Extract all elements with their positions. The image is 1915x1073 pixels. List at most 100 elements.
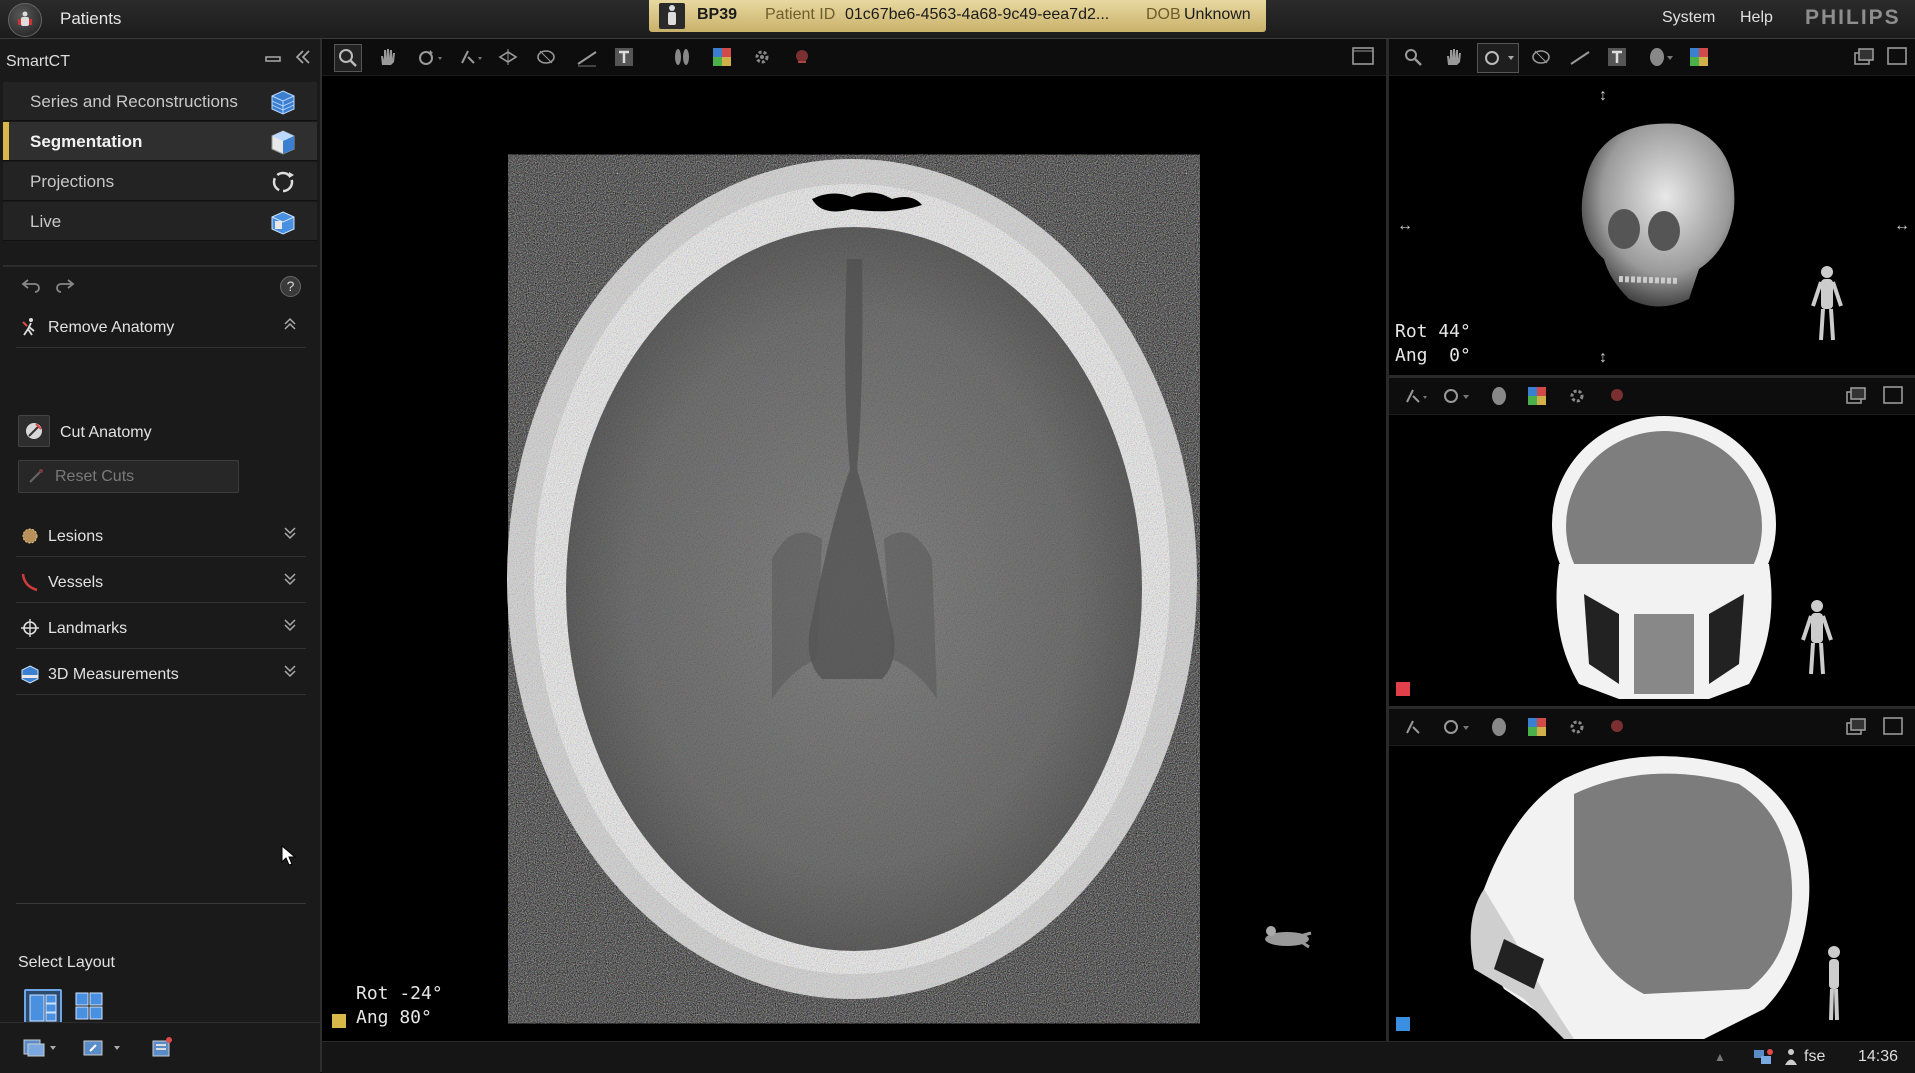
head-orientation-icon[interactable]: [1489, 717, 1509, 737]
zoom-icon[interactable]: [334, 44, 362, 72]
text-annotation-icon[interactable]: [1607, 47, 1627, 67]
sagittal-view-marker: [1396, 1017, 1410, 1031]
patients-label[interactable]: Patients: [60, 9, 121, 29]
rotate-3d-icon[interactable]: [1441, 386, 1469, 406]
nav-projections[interactable]: Projections: [3, 162, 317, 201]
nav-series-reconstructions[interactable]: Series and Reconstructions: [3, 82, 317, 121]
nav-segmentation[interactable]: Segmentation: [3, 122, 317, 161]
section-landmarks[interactable]: Landmarks: [16, 608, 306, 649]
coronal-view-marker: [1396, 682, 1410, 696]
slab-icon[interactable]: [498, 47, 518, 67]
anatomy-remove-icon[interactable]: [1607, 717, 1627, 737]
top-bar: Patients BP39 Patient ID 01c67be6-4563-4…: [0, 0, 1915, 39]
skull-3d-render: [1581, 123, 1735, 307]
maximize-viewport-icon[interactable]: [1887, 47, 1907, 67]
nav-label: Segmentation: [30, 132, 143, 151]
color-map-icon[interactable]: [712, 47, 732, 67]
pan-hand-icon[interactable]: [1443, 47, 1463, 67]
cut-anatomy-button[interactable]: [18, 415, 50, 447]
zoom-icon[interactable]: [1403, 47, 1423, 67]
undo-icon[interactable]: [20, 277, 42, 298]
window-level-icon[interactable]: [1403, 717, 1423, 737]
help-menu[interactable]: Help: [1740, 9, 1773, 27]
section-vessels[interactable]: Vessels: [16, 562, 306, 603]
swap-viewport-icon[interactable]: [1845, 717, 1866, 737]
reset-cuts-button[interactable]: Reset Cuts: [18, 460, 239, 493]
orientation-arrow-down-icon: ↕: [1599, 349, 1607, 366]
settings-gear-icon[interactable]: [1567, 717, 1587, 737]
rotate-tool-icon[interactable]: [416, 47, 442, 67]
main-angulation-readout: Ang 80°: [356, 1007, 432, 1028]
chevron-down-icon[interactable]: [282, 526, 298, 540]
settings-gear-icon[interactable]: [752, 47, 772, 67]
window-level-icon[interactable]: [1403, 386, 1427, 406]
measure-line-icon[interactable]: [576, 47, 597, 67]
dob-value: Unknown: [1184, 6, 1251, 23]
anatomy-remove-icon[interactable]: [792, 47, 812, 67]
rotate-3d-icon[interactable]: [1441, 717, 1469, 737]
chevron-down-icon[interactable]: [282, 572, 298, 586]
system-menu[interactable]: System: [1662, 9, 1715, 27]
section-3d-measurements[interactable]: 3D Measurements: [16, 654, 306, 695]
color-map-icon[interactable]: [1527, 386, 1547, 406]
head-orientation-icon[interactable]: [1647, 47, 1673, 67]
select-layout-label: Select Layout: [18, 954, 115, 971]
cut-anatomy-label[interactable]: Cut Anatomy: [60, 424, 152, 442]
layout-2x2-button[interactable]: [72, 989, 106, 1023]
redo-icon[interactable]: [54, 277, 76, 298]
settings-gear-icon[interactable]: [1567, 386, 1587, 406]
triangle-up-icon[interactable]: ▲: [1714, 1050, 1726, 1064]
section-label: 3D Measurements: [48, 666, 179, 683]
color-map-icon[interactable]: [1527, 717, 1547, 737]
anatomy-remove-icon[interactable]: [1607, 386, 1627, 406]
patients-app-icon[interactable]: [8, 3, 42, 37]
reset-icon: [27, 467, 45, 490]
volume-render-icon[interactable]: [1531, 47, 1551, 67]
collapse-panel-icon[interactable]: [294, 48, 312, 71]
dob-label: DOB: [1146, 6, 1181, 23]
vessel-icon: [20, 572, 40, 592]
main-viewport-toolbar: [322, 39, 1386, 76]
head-orientation-icon[interactable]: [1489, 386, 1509, 406]
orientation-feet-icon[interactable]: [672, 47, 692, 67]
left-panel: SmartCT Series and Reconstructions Segme…: [0, 39, 322, 1072]
archive-tool-icon[interactable]: [150, 1035, 174, 1064]
maximize-viewport-icon[interactable]: [1883, 386, 1903, 406]
measure-line-icon[interactable]: [1569, 47, 1590, 67]
main-viewport-axial[interactable]: Rot -24° Ang 80°: [322, 39, 1389, 1041]
swap-viewport-icon[interactable]: [1853, 47, 1874, 67]
maximize-viewport-icon[interactable]: [1883, 717, 1903, 737]
help-icon[interactable]: ?: [280, 276, 301, 297]
window-level-icon[interactable]: [458, 47, 482, 67]
nav-live[interactable]: Live: [3, 202, 317, 241]
section-remove-anatomy[interactable]: Remove Anatomy: [16, 307, 306, 348]
side-viewport-coronal[interactable]: [1389, 378, 1915, 709]
series-tool-icon[interactable]: [22, 1037, 58, 1064]
axial-ct-slice: [507, 159, 1197, 999]
section-label: Remove Anatomy: [48, 319, 175, 336]
color-map-icon[interactable]: [1689, 47, 1709, 67]
status-bar: ▲ fse 14:36: [322, 1041, 1915, 1073]
chevron-down-icon[interactable]: [282, 618, 298, 632]
current-user: fse: [1804, 1048, 1826, 1065]
rotate-3d-icon[interactable]: [1477, 43, 1519, 73]
chevron-up-icon[interactable]: [282, 317, 298, 331]
side-viewport-3d[interactable]: ↕ ↔ ↔ ↕ Rot 44° Ang 0°: [1389, 39, 1915, 378]
pan-hand-icon[interactable]: [377, 47, 397, 67]
coronal-ct-slice: [1552, 416, 1776, 699]
text-annotation-icon[interactable]: [614, 47, 634, 67]
section-label: Vessels: [48, 574, 104, 591]
export-tool-icon[interactable]: [82, 1037, 122, 1064]
maximize-viewport-icon[interactable]: [1352, 47, 1374, 67]
minimize-icon[interactable]: [264, 51, 282, 70]
anatomy-icon: [20, 317, 40, 337]
volume-render-icon[interactable]: [536, 47, 556, 67]
chevron-down-icon[interactable]: [282, 664, 298, 678]
panel-title: SmartCT: [6, 53, 70, 70]
user-icon: [1784, 1048, 1798, 1071]
section-lesions[interactable]: Lesions: [16, 516, 306, 557]
patient-name: BP39: [697, 6, 738, 23]
side-viewport-sagittal[interactable]: [1389, 709, 1915, 1041]
swap-viewport-icon[interactable]: [1845, 386, 1866, 406]
nav-label: Projections: [30, 172, 115, 191]
